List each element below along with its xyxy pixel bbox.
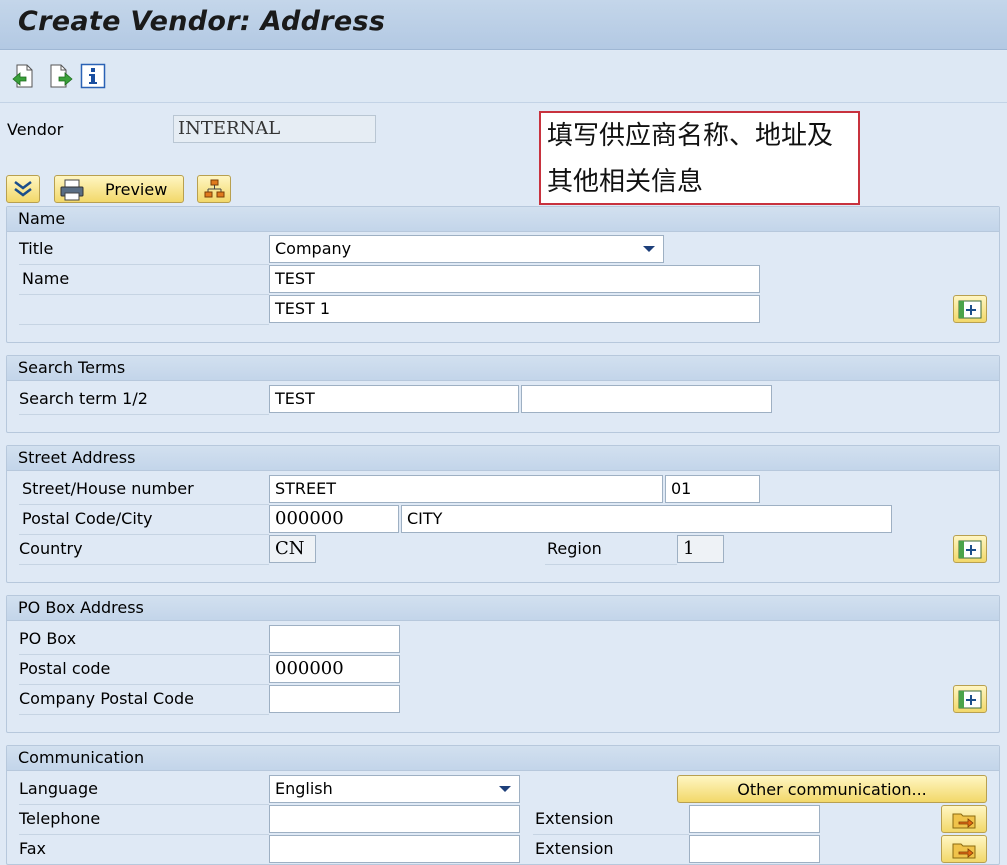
company-postal-code-label: Company Postal Code [19,689,194,708]
po-box-group: PO Box Address [6,595,1000,733]
previous-screen-icon[interactable] [11,63,37,89]
po-postal-code-input[interactable]: 000000 [269,655,400,683]
street-input[interactable]: STREET [269,475,663,503]
name2-input[interactable]: TEST 1 [269,295,760,323]
printer-icon [60,179,84,201]
expand-collapse-button[interactable] [6,175,40,203]
search-term-2-input[interactable] [521,385,772,413]
vendor-field: INTERNAL [173,115,376,143]
row-divider [19,294,269,295]
fax-label: Fax [19,839,47,858]
folder-arrow-icon [952,843,976,859]
name-more-fields-button[interactable] [953,295,987,323]
street-address-group-title: Street Address [7,446,999,471]
country-input[interactable]: CN [269,535,316,563]
city-input[interactable]: CITY [401,505,892,533]
fax-more-button[interactable] [941,835,987,863]
name-group-title: Name [7,207,999,232]
expand-fields-icon [958,300,982,319]
hierarchy-icon [204,179,225,198]
row-divider [19,414,269,415]
row-divider [19,564,269,565]
po-box-label: PO Box [19,629,77,648]
row-divider [19,804,269,805]
row-divider [19,534,269,535]
preview-button[interactable]: Preview [54,175,184,203]
row-divider [545,564,677,565]
fax-input[interactable] [269,835,520,863]
row-divider [19,684,269,685]
region-label: Region [547,539,602,558]
expand-fields-icon [958,690,982,709]
pobox-more-fields-button[interactable] [953,685,987,713]
po-postal-code-label: Postal code [19,659,111,678]
vendor-label: Vendor [7,120,64,139]
title-label: Title [19,239,54,258]
name-label: Name [22,269,70,288]
fax-extension-label: Extension [535,839,614,858]
search-terms-group-title: Search Terms [7,356,999,381]
search-term-1-input[interactable]: TEST [269,385,519,413]
title-dropdown[interactable]: Company [269,235,664,263]
dropdown-arrow-icon [499,786,511,792]
row-divider [19,504,269,505]
country-label: Country [19,539,83,558]
callout-line-2: 其他相关信息 [547,167,704,197]
po-box-input[interactable] [269,625,400,653]
application-toolbar [0,51,1007,103]
telephone-input[interactable] [269,805,520,833]
address-more-fields-button[interactable] [953,535,987,563]
row-divider [19,324,269,325]
telephone-extension-input[interactable] [689,805,820,833]
language-dropdown-value: English [275,779,333,798]
postal-city-label: Postal Code/City [22,509,153,528]
double-chevron-down-icon [14,181,32,197]
next-screen-icon[interactable] [48,63,74,89]
title-dropdown-value: Company [275,239,352,258]
annotation-callout: 填写供应商名称、地址及 其他相关信息 [539,111,860,205]
language-dropdown[interactable]: English [269,775,520,803]
row-divider [19,714,269,715]
street-label: Street/House number [22,479,194,498]
info-icon[interactable] [80,63,106,89]
folder-arrow-icon [952,813,976,829]
row-divider [19,834,269,835]
preview-label: Preview [105,180,168,199]
region-input[interactable]: 1 [677,535,724,563]
other-communication-button[interactable]: Other communication... [677,775,987,803]
search-term-label: Search term 1/2 [19,389,148,408]
communication-group-title: Communication [7,746,999,771]
callout-line-1: 填写供应商名称、地址及 [547,121,834,151]
language-label: Language [19,779,98,798]
dropdown-arrow-icon [643,246,655,252]
company-postal-code-input[interactable] [269,685,400,713]
name1-input[interactable]: TEST [269,265,760,293]
po-box-group-title: PO Box Address [7,596,999,621]
page-title: Create Vendor: Address [18,6,386,37]
telephone-more-button[interactable] [941,805,987,833]
house-number-input[interactable]: 01 [665,475,760,503]
fax-extension-input[interactable] [689,835,820,863]
telephone-extension-label: Extension [535,809,614,828]
row-divider [19,264,269,265]
row-divider [19,654,269,655]
org-structure-button[interactable] [197,175,231,203]
row-divider [533,834,689,835]
telephone-label: Telephone [19,809,101,828]
expand-fields-icon [958,540,982,559]
postal-code-input[interactable]: 000000 [269,505,399,533]
